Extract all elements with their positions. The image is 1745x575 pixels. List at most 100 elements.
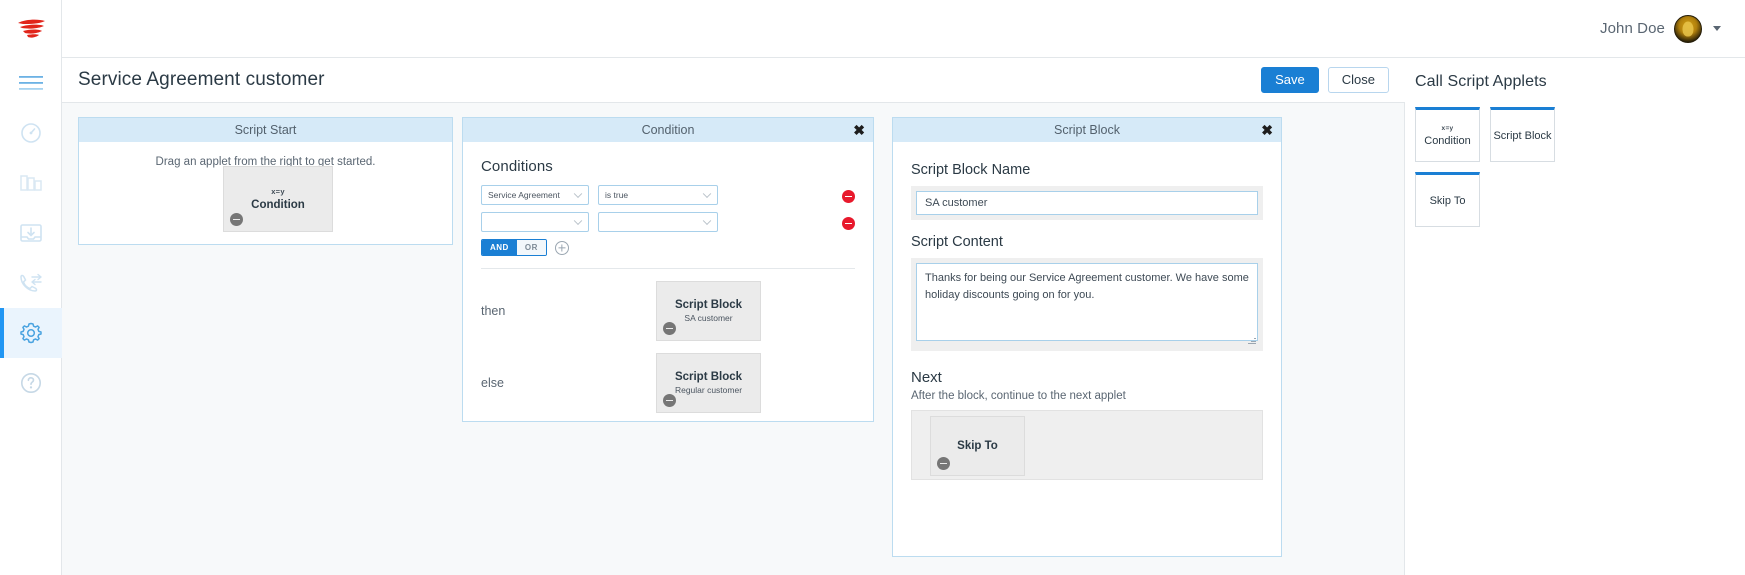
condition-operator-select-2[interactable]: [598, 212, 718, 232]
sidebar-item-campaigns[interactable]: [0, 158, 62, 208]
chevron-down-icon: [702, 189, 712, 199]
minus-circle-icon[interactable]: [937, 457, 950, 470]
library-applet-condition[interactable]: x=y Condition: [1415, 107, 1480, 162]
script-start-panel-header: Script Start: [79, 118, 452, 142]
condition-glyph-icon: x=y: [271, 187, 285, 196]
remove-condition-icon-1[interactable]: [842, 190, 855, 203]
script-canvas: Script Start Drag an applet from the rig…: [62, 103, 1405, 575]
applet-library-title: Call Script Applets: [1415, 73, 1547, 90]
condition-row: Service Agreement is true: [481, 185, 855, 205]
page-title: Service Agreement customer: [78, 69, 325, 90]
sidebar-item-calls[interactable]: [0, 258, 62, 308]
logic-and-option[interactable]: AND: [482, 240, 517, 255]
user-menu[interactable]: John Doe: [1599, 14, 1721, 43]
else-branch-row: else Script Block Regular customer: [481, 353, 855, 413]
script-block-panel-body: Script Block Name Script Content Thanks …: [893, 142, 1281, 480]
then-applet-tile[interactable]: Script Block SA customer: [656, 281, 761, 341]
gear-icon: [19, 321, 43, 345]
sidebar-item-menu[interactable]: [0, 58, 62, 108]
condition-panel-header: Condition ✖: [463, 118, 873, 142]
user-name-label: John Doe: [1599, 20, 1665, 37]
condition-glyph-icon: x=y: [1441, 124, 1454, 132]
then-label: then: [481, 304, 506, 318]
sidebar-item-help[interactable]: [0, 358, 62, 408]
library-applet-skip-to[interactable]: Skip To: [1415, 172, 1480, 227]
then-tile-title: Script Block: [674, 299, 743, 311]
inbox-icon: [19, 223, 42, 243]
call-transfer-icon: [19, 273, 43, 293]
condition-panel: Condition ✖ Conditions Service Agreement…: [462, 117, 874, 422]
divider: [481, 268, 855, 269]
page-header: Service Agreement customer Save Close: [62, 58, 1405, 103]
minus-circle-icon[interactable]: [230, 213, 243, 226]
condition-field-select-1[interactable]: Service Agreement: [481, 185, 589, 205]
then-branch-row: then Script Block SA customer: [481, 281, 855, 341]
script-content-label: Script Content: [911, 234, 1003, 250]
applet-tile-title: Condition: [251, 199, 305, 211]
next-section-title: Next: [911, 369, 942, 386]
resize-handle-icon[interactable]: [1248, 336, 1256, 344]
header-actions: Save Close: [1261, 67, 1389, 93]
and-or-toggle[interactable]: AND OR: [481, 239, 547, 256]
else-applet-tile[interactable]: Script Block Regular customer: [656, 353, 761, 413]
applet-tile-condition[interactable]: x=y Condition: [223, 166, 333, 232]
chevron-down-icon: [702, 216, 712, 226]
applet-library-panel: Call Script Applets x=y Condition Script…: [1406, 58, 1745, 575]
script-block-panel: Script Block ✖ Script Block Name Script …: [892, 117, 1282, 557]
library-applet-script-block[interactable]: Script Block: [1490, 107, 1555, 162]
plus-circle-icon[interactable]: [554, 240, 569, 255]
minus-circle-icon[interactable]: [663, 394, 676, 407]
library-applet-label: Skip To: [1429, 194, 1466, 207]
condition-row: [481, 212, 855, 232]
dashboard-icon: [20, 122, 42, 144]
next-applet-tile-skipto[interactable]: Skip To: [930, 416, 1025, 476]
script-content-shell: Thanks for being our Service Agreement c…: [911, 258, 1263, 351]
condition-operator-select-1[interactable]: is true: [598, 185, 718, 205]
library-applet-label: Script Block: [1493, 129, 1552, 142]
condition-operator-value-1: is true: [605, 190, 629, 200]
campaigns-icon: [19, 173, 42, 193]
minus-circle-icon[interactable]: [663, 322, 676, 335]
chevron-down-icon: [1713, 26, 1721, 31]
sidebar-item-inbox[interactable]: [0, 208, 62, 258]
condition-field-select-2[interactable]: [481, 212, 589, 232]
then-tile-desc: SA customer: [684, 313, 733, 323]
sidebar-item-dashboard[interactable]: [0, 108, 62, 158]
else-tile-title: Script Block: [674, 371, 743, 383]
app-logo[interactable]: [0, 0, 62, 58]
save-button[interactable]: Save: [1261, 67, 1319, 93]
script-start-panel: Script Start Drag an applet from the rig…: [78, 117, 453, 245]
conditions-section-title: Conditions: [481, 158, 553, 175]
library-applet-label: Condition: [1424, 134, 1471, 147]
sidebar-item-settings[interactable]: [0, 308, 62, 358]
else-tile-desc: Regular customer: [674, 385, 743, 395]
avatar: [1674, 14, 1702, 43]
script-block-panel-header: Script Block ✖: [893, 118, 1281, 142]
menu-icon: [18, 75, 43, 91]
left-nav-rail: [0, 0, 62, 575]
remove-condition-icon-2[interactable]: [842, 217, 855, 230]
script-start-title: Script Start: [234, 123, 297, 137]
logic-or-option[interactable]: OR: [516, 240, 546, 255]
next-applet-dropzone[interactable]: Skip To: [911, 410, 1263, 480]
skip-to-tile-title: Skip To: [957, 440, 998, 452]
condition-panel-body: Conditions Service Agreement is true AND…: [463, 142, 873, 413]
condition-panel-title: Condition: [641, 123, 695, 137]
applet-library-list: x=y Condition Script Block Skip To: [1415, 107, 1605, 227]
script-block-name-input[interactable]: [916, 191, 1258, 215]
chevron-down-icon: [573, 216, 583, 226]
help-icon: [20, 372, 42, 394]
script-content-textarea[interactable]: Thanks for being our Service Agreement c…: [916, 263, 1258, 341]
close-button[interactable]: Close: [1327, 67, 1389, 93]
else-label: else: [481, 376, 504, 390]
next-section-subtitle: After the block, continue to the next ap…: [911, 390, 1126, 402]
script-block-name-label: Script Block Name: [911, 162, 1031, 178]
top-bar: John Doe: [62, 0, 1745, 58]
close-icon[interactable]: ✖: [1261, 123, 1273, 137]
chevron-down-icon: [573, 189, 583, 199]
script-block-name-shell: [911, 186, 1263, 220]
app-root: John Doe Service Agreement customer Save…: [0, 0, 1745, 575]
condition-field-value-1: Service Agreement: [488, 190, 560, 200]
logic-operator-group: AND OR: [481, 239, 855, 256]
close-icon[interactable]: ✖: [853, 123, 865, 137]
